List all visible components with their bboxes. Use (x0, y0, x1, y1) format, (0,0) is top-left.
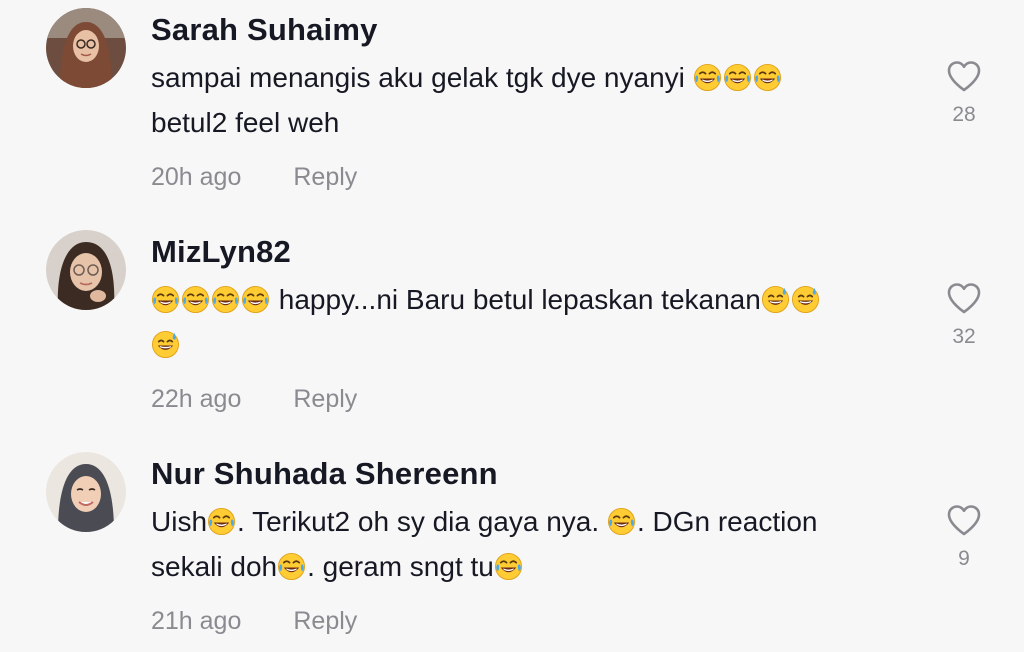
like-area: 32 (940, 282, 988, 350)
laugh-emoji-icon (211, 285, 240, 314)
avatar-image (46, 8, 126, 88)
laugh-emoji-icon (693, 63, 722, 92)
laugh-emoji-icon (151, 285, 180, 314)
comment-text-line: sampai menangis aku gelak tgk dye nyanyi (151, 55, 911, 100)
laugh-emoji-icon (753, 63, 782, 92)
comment-username[interactable]: Nur Shuhada Shereenn (151, 456, 498, 492)
like-area: 28 (940, 60, 988, 128)
avatar[interactable] (46, 8, 126, 88)
like-area: 9 (940, 504, 988, 572)
sweat-smile-emoji-icon (151, 330, 180, 359)
comment-text-line: betul2 feel weh (151, 107, 340, 138)
comment-meta: 21h ago Reply (151, 606, 357, 636)
reply-button[interactable]: Reply (293, 385, 357, 413)
like-count: 9 (958, 547, 970, 570)
like-count: 32 (952, 325, 976, 348)
comment-username[interactable]: Sarah Suhaimy (151, 12, 378, 48)
like-count: 28 (952, 103, 976, 126)
comment-meta: 20h ago Reply (151, 162, 357, 192)
comment-item: Nur Shuhada Shereenn Uish. Terikut2 oh s… (0, 444, 1024, 652)
comment-timestamp: 20h ago (151, 163, 242, 191)
laugh-emoji-icon (723, 63, 752, 92)
sweat-smile-emoji-icon (761, 285, 790, 314)
comment-text: Uish. Terikut2 oh sy dia gaya nya. . DGn… (151, 499, 911, 589)
comment-text-line: happy...ni Baru betul lepaskan tekanan (151, 277, 911, 322)
laugh-emoji-icon (181, 285, 210, 314)
comment-item: MizLyn82 happy...ni Baru betul lepaskan … (0, 222, 1024, 432)
comment-meta: 22h ago Reply (151, 384, 357, 414)
laugh-emoji-icon (494, 552, 523, 581)
comment-text-line: sekali doh. geram sngt tu (151, 544, 911, 589)
comment-text: sampai menangis aku gelak tgk dye nyanyi… (151, 55, 911, 145)
comment-item: Sarah Suhaimy sampai menangis aku gelak … (0, 0, 1024, 210)
reply-button[interactable]: Reply (293, 607, 357, 635)
comment-text-line (151, 322, 911, 367)
laugh-emoji-icon (207, 507, 236, 536)
heart-outline-icon[interactable] (946, 504, 982, 536)
laugh-emoji-icon (607, 507, 636, 536)
sweat-smile-emoji-icon (791, 285, 820, 314)
avatar[interactable] (46, 452, 126, 532)
laugh-emoji-icon (277, 552, 306, 581)
avatar[interactable] (46, 230, 126, 310)
laugh-emoji-icon (241, 285, 270, 314)
avatar-image (46, 452, 126, 532)
comment-text: happy...ni Baru betul lepaskan tekanan (151, 277, 911, 367)
comment-username[interactable]: MizLyn82 (151, 234, 291, 270)
comment-timestamp: 21h ago (151, 607, 242, 635)
reply-button[interactable]: Reply (293, 163, 357, 191)
avatar-image (46, 230, 126, 310)
comment-timestamp: 22h ago (151, 385, 242, 413)
heart-outline-icon[interactable] (946, 60, 982, 92)
comment-text-line: Uish. Terikut2 oh sy dia gaya nya. . DGn… (151, 506, 818, 537)
heart-outline-icon[interactable] (946, 282, 982, 314)
